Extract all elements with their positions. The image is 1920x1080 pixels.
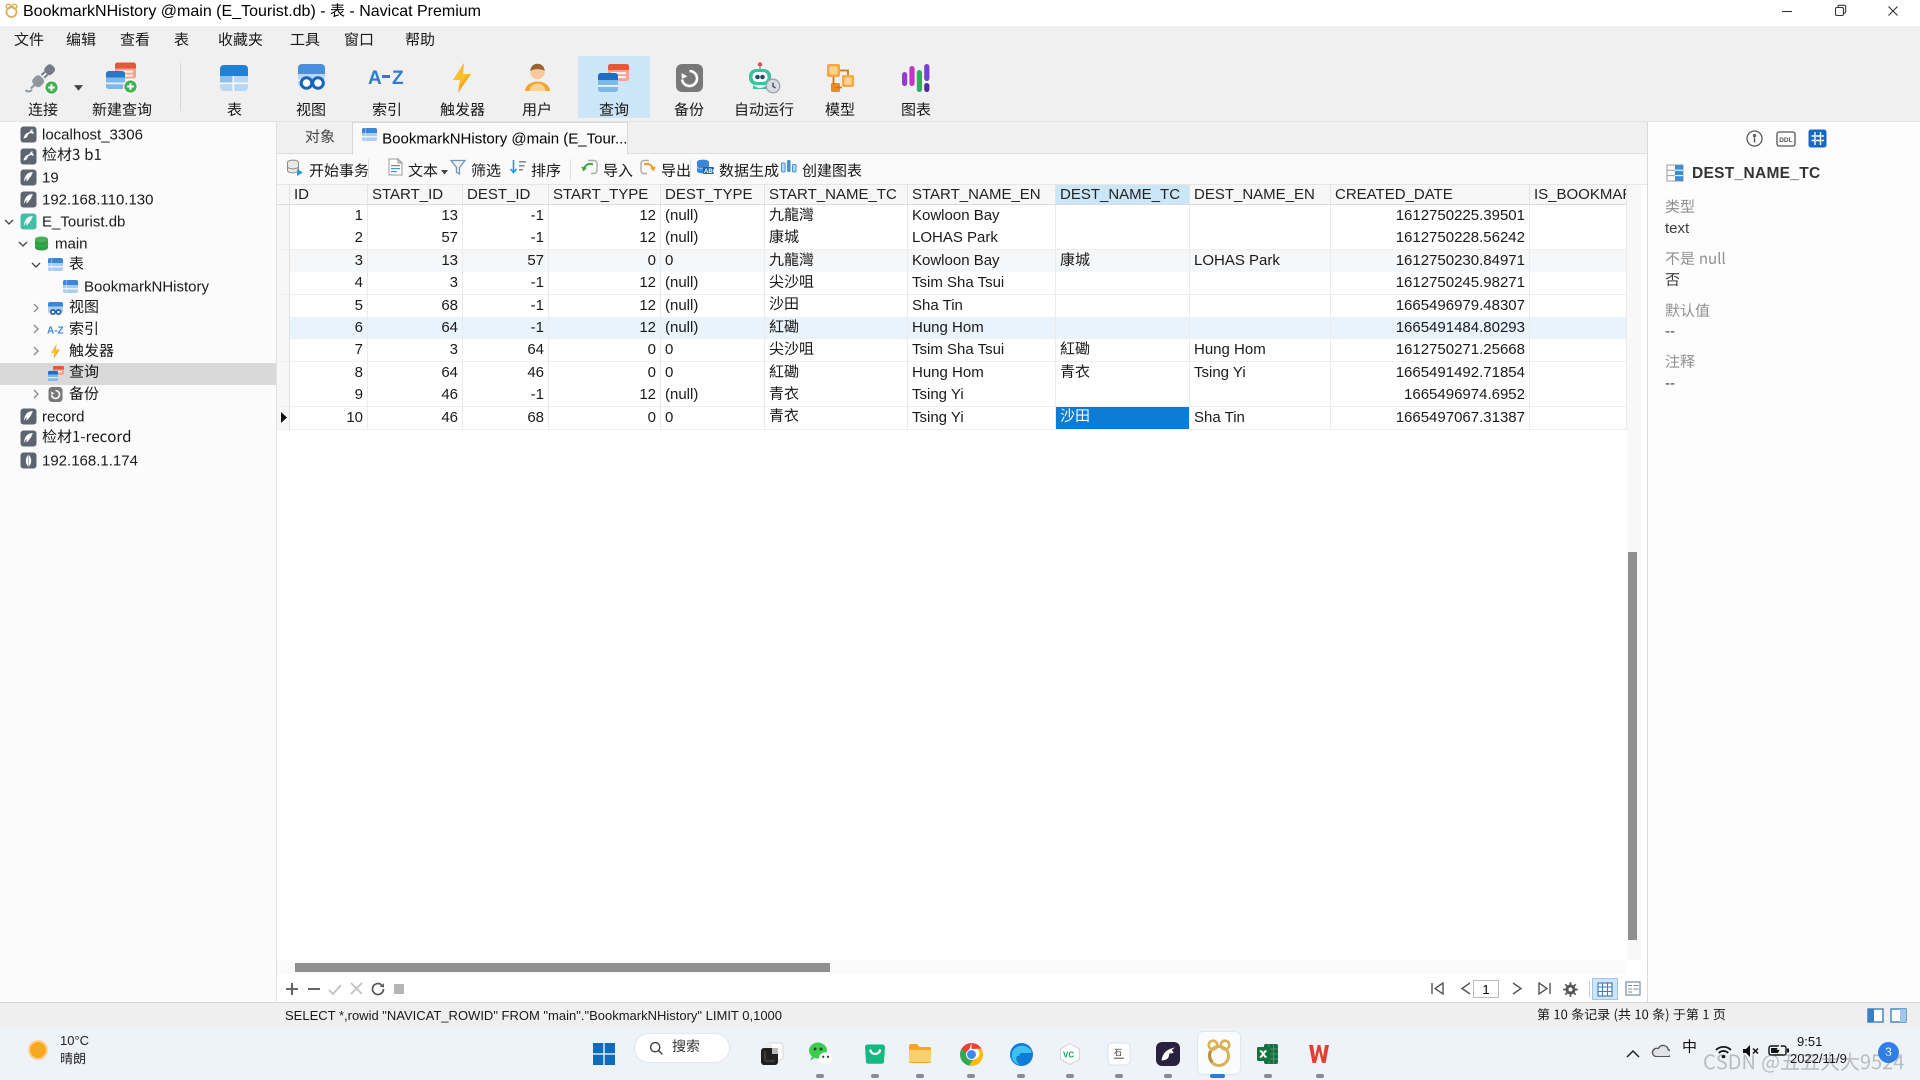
svg-text:A-Z: A-Z: [47, 326, 64, 337]
svg-text:Z: Z: [392, 68, 404, 89]
svg-text:ABC: ABC: [704, 169, 715, 175]
svg-text:A: A: [368, 68, 382, 89]
svg-text:DDL: DDL: [1779, 137, 1792, 144]
svg-text:VC: VC: [1063, 1051, 1074, 1060]
svg-text:石: 石: [1114, 1048, 1122, 1057]
